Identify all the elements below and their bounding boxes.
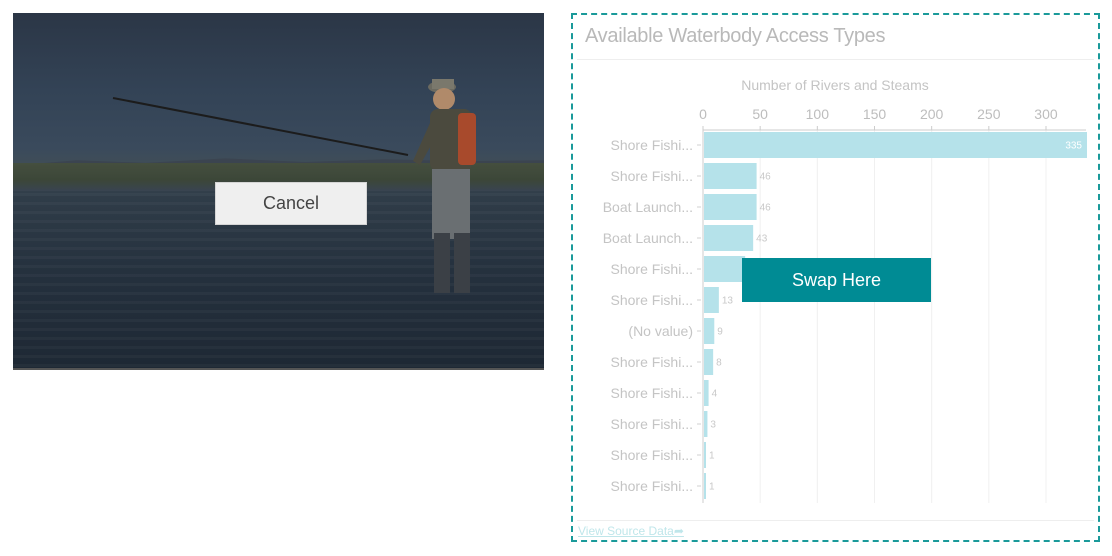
- share-arrow-icon: ➦: [673, 524, 684, 538]
- category-label: Shore Fishi...: [611, 416, 693, 432]
- data-label: 43: [756, 234, 768, 245]
- x-tick-label: 300: [1034, 106, 1058, 122]
- data-label: 1: [709, 451, 715, 462]
- category-label: Shore Fishi...: [611, 447, 693, 463]
- x-tick-label: 200: [920, 106, 944, 122]
- category-label: Shore Fishi...: [611, 137, 693, 153]
- chart-panel: Available Waterbody Access Types Number …: [571, 13, 1100, 542]
- bar: [704, 349, 714, 375]
- category-label: Shore Fishi...: [611, 261, 693, 277]
- category-label: Shore Fishi...: [611, 478, 693, 494]
- view-source-label: View Source Data: [578, 524, 674, 538]
- data-label: 1: [709, 482, 715, 493]
- fisherman-figure: [413, 79, 476, 293]
- swap-here-button[interactable]: Swap Here: [742, 258, 931, 302]
- category-label: Shore Fishi...: [611, 354, 693, 370]
- data-label: 46: [760, 203, 772, 214]
- category-label: Shore Fishi...: [611, 292, 693, 308]
- bar: [704, 132, 1087, 158]
- bar: [704, 163, 757, 189]
- category-label: Shore Fishi...: [611, 168, 693, 184]
- data-label: 3: [710, 420, 716, 431]
- category-label: Shore Fishi...: [611, 385, 693, 401]
- bar: [704, 194, 757, 220]
- data-label: 4: [712, 389, 718, 400]
- x-tick-label: 0: [699, 106, 707, 122]
- bar: [704, 256, 746, 282]
- x-tick-label: 100: [806, 106, 830, 122]
- x-tick-label: 150: [863, 106, 887, 122]
- data-label: 9: [717, 327, 723, 338]
- cancel-button[interactable]: Cancel: [215, 182, 367, 225]
- view-source-link[interactable]: View Source Data➦: [578, 524, 684, 538]
- data-label: 335: [1065, 141, 1082, 152]
- bar: [704, 380, 709, 406]
- x-tick-label: 250: [977, 106, 1001, 122]
- bar: [704, 442, 706, 468]
- x-tick-label: 50: [752, 106, 768, 122]
- bar: [704, 225, 754, 251]
- bar: [704, 318, 715, 344]
- footer-divider: [577, 520, 1094, 521]
- category-label: (No value): [628, 323, 693, 339]
- chart-title: Number of Rivers and Steams: [741, 77, 929, 93]
- bar: [704, 473, 706, 499]
- category-label: Boat Launch...: [603, 230, 693, 246]
- photo-preview: Cancel: [13, 13, 544, 370]
- data-label: 13: [722, 296, 734, 307]
- bar: [704, 411, 708, 437]
- data-label: 46: [760, 172, 772, 183]
- data-label: 8: [716, 358, 722, 369]
- bar: [704, 287, 719, 313]
- category-label: Boat Launch...: [603, 199, 693, 215]
